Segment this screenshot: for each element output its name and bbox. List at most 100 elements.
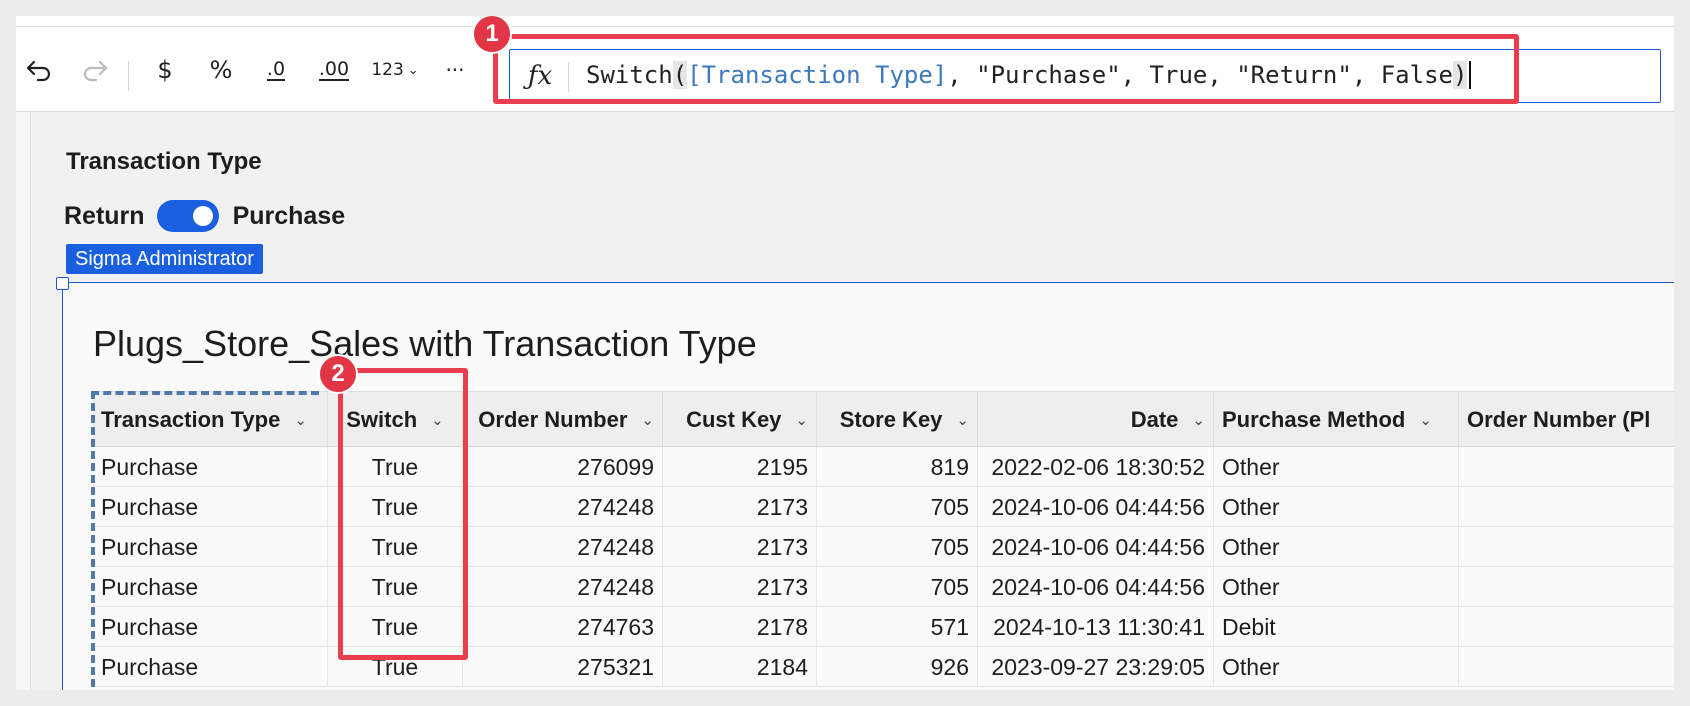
- cell-cust-key[interactable]: 2184: [663, 647, 817, 687]
- chevron-down-icon[interactable]: ⌄: [1192, 411, 1205, 429]
- column-header-transaction-type[interactable]: Transaction Type ⌄: [93, 392, 328, 448]
- cell-date[interactable]: 2024-10-13 11:30:41: [978, 607, 1214, 647]
- cell-transaction-type[interactable]: Purchase: [93, 607, 328, 647]
- cell-order-number-pl[interactable]: [1459, 647, 1674, 687]
- cell-date[interactable]: 2022-02-06 18:30:52: [978, 447, 1214, 487]
- chevron-down-icon[interactable]: ⌄: [795, 411, 808, 429]
- cell-purchase-method[interactable]: Other: [1214, 567, 1459, 607]
- increase-decimals-button[interactable]: .00: [314, 49, 354, 91]
- cell-purchase-method[interactable]: Other: [1214, 647, 1459, 687]
- user-tag: Sigma Administrator: [66, 244, 263, 274]
- table-row[interactable]: Purchase True 274248 2173 705 2024-10-06 04:4…: [93, 527, 1674, 567]
- chevron-down-icon: ⌄: [407, 62, 419, 78]
- cell-purchase-method[interactable]: Other: [1214, 447, 1459, 487]
- cell-order-number-pl[interactable]: [1459, 607, 1674, 647]
- table-title: Plugs_Store_Sales with Transaction Type: [93, 323, 757, 364]
- number-format-label: 123: [371, 60, 404, 80]
- toggle-right-label: Purchase: [232, 201, 346, 230]
- cell-cust-key[interactable]: 2173: [663, 487, 817, 527]
- cell-store-key[interactable]: 926: [817, 647, 978, 687]
- toggle-knob: [192, 206, 213, 226]
- currency-format-button[interactable]: $: [150, 49, 180, 91]
- table-row[interactable]: Purchase True 275321 2184 926 2023-09-27 23:2…: [93, 647, 1674, 687]
- cell-date[interactable]: 2024-10-06 04:44:56: [978, 527, 1214, 567]
- chevron-down-icon[interactable]: ⌄: [641, 411, 654, 429]
- cell-cust-key[interactable]: 2173: [663, 527, 817, 567]
- resize-handle[interactable]: [56, 277, 69, 290]
- number-format-dropdown[interactable]: 123 ⌄: [368, 49, 422, 91]
- column-header-label: Order Number (Pl: [1467, 407, 1651, 432]
- column-header-purchase-method[interactable]: Purchase Method ⌄: [1214, 392, 1459, 448]
- callout-box-formula: [493, 34, 1519, 104]
- cell-cust-key[interactable]: 2173: [663, 567, 817, 607]
- column-header-order-number-pl[interactable]: Order Number (Pl: [1459, 392, 1674, 448]
- column-header-order-number[interactable]: Order Number ⌄: [463, 392, 663, 448]
- redo-button[interactable]: [78, 49, 112, 91]
- cell-purchase-method[interactable]: Other: [1214, 527, 1459, 567]
- column-header-store-key[interactable]: Store Key ⌄: [817, 392, 978, 448]
- chevron-down-icon[interactable]: ⌄: [956, 411, 969, 429]
- cell-order-number[interactable]: 275321: [463, 647, 663, 687]
- table-row[interactable]: Purchase True 274763 2178 571 2024-10-13 11:3…: [93, 607, 1674, 647]
- undo-button[interactable]: [22, 49, 56, 91]
- cell-order-number-pl[interactable]: [1459, 487, 1674, 527]
- column-header-label: Purchase Method: [1222, 407, 1406, 432]
- cell-store-key[interactable]: 819: [817, 447, 978, 487]
- toggle-left-label: Return: [64, 201, 145, 230]
- cell-transaction-type[interactable]: Purchase: [93, 487, 328, 527]
- cell-order-number[interactable]: 274763: [463, 607, 663, 647]
- chevron-down-icon[interactable]: ⌄: [1419, 411, 1432, 429]
- more-options-button[interactable]: ···: [438, 49, 472, 91]
- cell-store-key[interactable]: 571: [817, 607, 978, 647]
- transaction-type-toggle-control: Return Purchase: [64, 198, 345, 234]
- transaction-type-toggle[interactable]: [156, 200, 219, 232]
- cell-order-number[interactable]: 274248: [463, 487, 663, 527]
- cell-transaction-type[interactable]: Purchase: [93, 567, 328, 607]
- cell-transaction-type[interactable]: Purchase: [93, 527, 328, 567]
- undo-icon: [26, 60, 51, 82]
- cell-order-number[interactable]: 276099: [463, 447, 663, 487]
- table-row[interactable]: Purchase True 274248 2173 705 2024-10-06 04:4…: [93, 567, 1674, 607]
- column-header-label: Cust Key: [686, 407, 782, 432]
- column-header-label: Transaction Type: [101, 407, 281, 432]
- sigma-workbook: $ % .0 .00 123 ⌄ ··· ƒx Switch([Transact…: [16, 16, 1674, 690]
- column-header-label: Order Number: [478, 407, 628, 432]
- chevron-down-icon[interactable]: ⌄: [294, 411, 307, 429]
- cell-date[interactable]: 2024-10-06 04:44:56: [978, 567, 1214, 607]
- cell-store-key[interactable]: 705: [817, 487, 978, 527]
- table-element[interactable]: Plugs_Store_Sales with Transaction Type …: [62, 282, 1674, 690]
- cell-purchase-method[interactable]: Debit: [1214, 607, 1459, 647]
- percent-format-button[interactable]: %: [206, 49, 236, 91]
- toolbar-divider: [128, 61, 129, 91]
- decrease-decimals-label: .0: [266, 58, 286, 81]
- column-header-label: Date: [1130, 407, 1179, 432]
- control-title: Transaction Type: [66, 148, 262, 175]
- cell-transaction-type[interactable]: Purchase: [93, 447, 328, 487]
- decrease-decimals-button[interactable]: .0: [258, 49, 294, 91]
- top-strip: [16, 16, 1674, 27]
- left-rail: [16, 112, 31, 690]
- callout-badge-2: 2: [318, 354, 358, 394]
- column-header-date[interactable]: Date ⌄: [978, 392, 1214, 448]
- callout-box-switch-column: [338, 368, 468, 660]
- table-header-row: Transaction Type ⌄ Switch ⌄ Order Number ⌄ …: [93, 391, 1674, 448]
- redo-icon: [83, 60, 108, 82]
- cell-transaction-type[interactable]: Purchase: [93, 647, 328, 687]
- cell-order-number-pl[interactable]: [1459, 527, 1674, 567]
- table-row[interactable]: Purchase True 276099 2195 819 2022-02-06 18:3…: [93, 447, 1674, 487]
- cell-date[interactable]: 2023-09-27 23:29:05: [978, 647, 1214, 687]
- cell-store-key[interactable]: 705: [817, 567, 978, 607]
- cell-order-number-pl[interactable]: [1459, 447, 1674, 487]
- cell-order-number[interactable]: 274248: [463, 567, 663, 607]
- cell-order-number[interactable]: 274248: [463, 527, 663, 567]
- cell-store-key[interactable]: 705: [817, 527, 978, 567]
- increase-decimals-label: .00: [318, 58, 350, 81]
- cell-cust-key[interactable]: 2195: [663, 447, 817, 487]
- column-header-label: Store Key: [839, 407, 943, 432]
- cell-purchase-method[interactable]: Other: [1214, 487, 1459, 527]
- table-row[interactable]: Purchase True 274248 2173 705 2024-10-06 04:4…: [93, 487, 1674, 527]
- cell-date[interactable]: 2024-10-06 04:44:56: [978, 487, 1214, 527]
- cell-cust-key[interactable]: 2178: [663, 607, 817, 647]
- column-header-cust-key[interactable]: Cust Key ⌄: [663, 392, 817, 448]
- cell-order-number-pl[interactable]: [1459, 567, 1674, 607]
